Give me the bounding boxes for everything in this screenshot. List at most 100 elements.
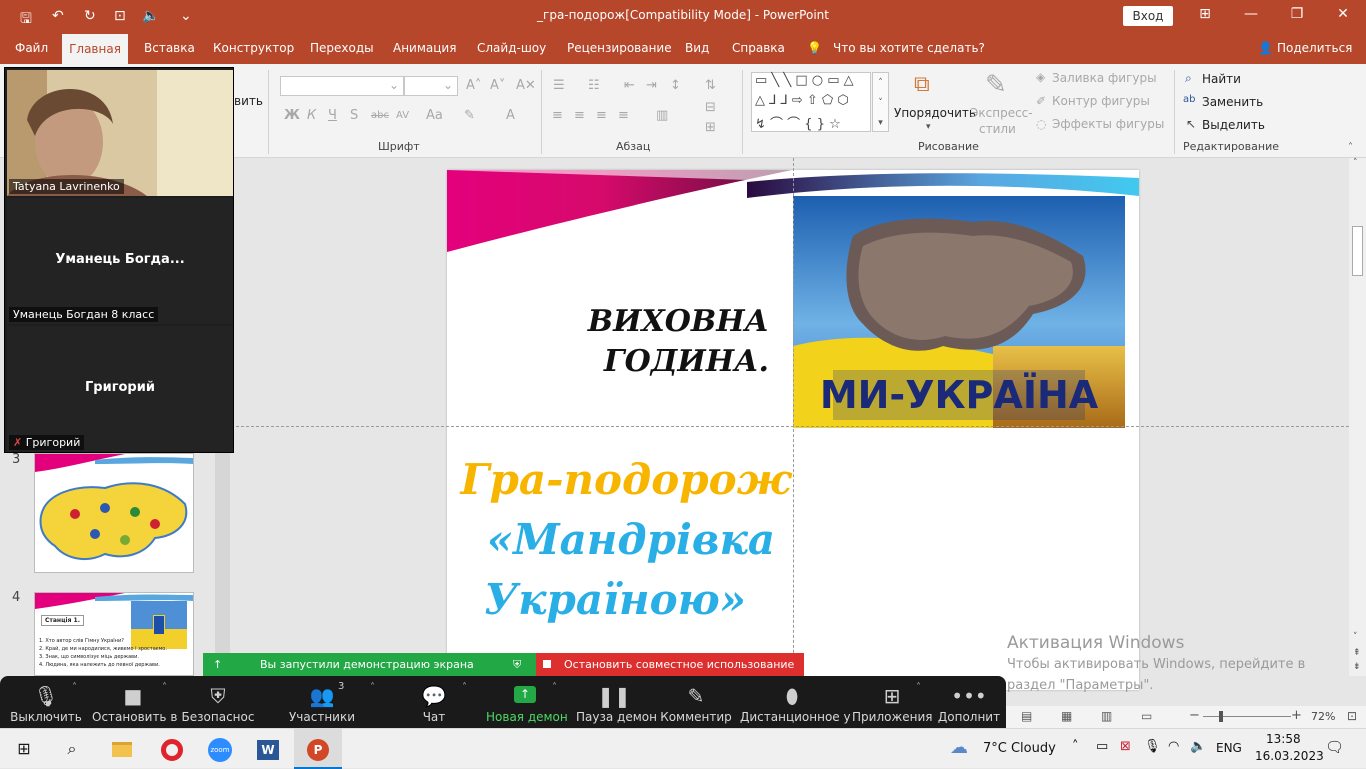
tell-me-search[interactable]: Что вы хотите сделать? [833,41,985,55]
video-tile-bogdan[interactable]: Уманець Богда... Уманець Богдан 8 класс [7,198,233,324]
weather-text[interactable]: 7°C Cloudy [983,741,1056,756]
numbering-icon[interactable]: ☷ [588,78,600,93]
security-button[interactable]: ⛨ Безопаснос [180,676,256,728]
close-icon[interactable]: ✕ [1328,6,1358,22]
collapse-ribbon-icon[interactable]: ˄ [1348,142,1353,153]
font-color-button[interactable]: A [506,108,515,123]
remote-control-button[interactable]: ⬮ Дистанционное у [740,676,851,728]
shape-outline-button[interactable]: Контур фигуры [1052,94,1150,108]
zoom-out-icon[interactable]: − [1189,708,1200,723]
shape-effects-button[interactable]: Эффекты фигуры [1052,117,1164,131]
tray-app-icon[interactable]: ⊠ [1120,739,1131,754]
mute-button[interactable]: 🎙 ˄ Выключить [8,676,84,728]
video-tile-grigoriy[interactable]: Григорий ✗ Григорий [7,326,233,452]
annotate-button[interactable]: ✎ Комментир [660,676,732,728]
text-direction-icon[interactable]: ⇅ [705,78,716,93]
start-button[interactable]: ⊞ [0,729,48,769]
shapes-scroll[interactable]: ˄ ˅ ▾ [872,72,889,132]
tray-chevron-icon[interactable]: ˄ [1072,739,1079,754]
tab-review[interactable]: Рецензирование [567,41,672,55]
tab-help[interactable]: Справка [732,41,785,55]
shapes-gallery[interactable]: ▭ ╲ ╲ □ ○ ▭ △ △ ⅃ ⅃ ⇨ ⇧ ⬠ ⬡ ↯ ⌒ ⌒ { } ☆ [751,72,871,132]
clock-time[interactable]: 13:58 [1266,732,1301,746]
maximize-icon[interactable]: ❐ [1282,6,1312,22]
font-name-select[interactable]: ⌄ [280,76,404,96]
slideshow-view-icon[interactable]: ▭ [1141,709,1152,723]
notifications-icon[interactable]: 🗨 [1325,738,1344,756]
slide-thumbnail-4[interactable]: Станція 1. 1. Хто автор слів Гімну Украї… [34,592,194,676]
stop-share-button[interactable]: Остановить совместное использование [536,653,804,676]
normal-view-icon[interactable]: ▤ [1021,709,1032,723]
clear-format-icon[interactable]: A✕ [516,78,536,93]
arrange-button[interactable]: Упорядочить [894,106,976,120]
battery-icon[interactable]: ▭ [1096,739,1108,754]
chevron-up-icon[interactable]: ˄ [72,682,77,693]
shadow-icon[interactable]: S [350,108,358,123]
case-button[interactable]: Aa [426,108,443,123]
tab-home[interactable]: Главная [62,34,128,64]
font-size-select[interactable]: ⌄ [404,76,458,96]
shapes-row-2[interactable]: △ ⅃ ⅃ ⇨ ⇧ ⬠ ⬡ [755,93,849,108]
apps-button[interactable]: ⊞ ˄ Приложения [852,676,933,728]
zoom-slider-thumb[interactable] [1219,711,1223,722]
chevron-up-icon[interactable]: ˄ [162,682,167,693]
tab-slideshow[interactable]: Слайд-шоу [477,41,546,55]
shape-fill-button[interactable]: Заливка фигуры [1052,71,1157,85]
tab-transitions[interactable]: Переходы [310,41,374,55]
chevron-up-icon[interactable]: ˄ [462,682,467,693]
align-left-icon[interactable]: ≡ [552,108,563,123]
vertical-guide[interactable] [793,158,794,678]
weather-cloud-icon[interactable]: ☁ [950,737,968,758]
chevron-up-icon[interactable]: ˄ [552,682,557,693]
video-tile-tatyana[interactable]: Tatyana Lavrinenko [7,70,233,196]
tab-insert[interactable]: Вставка [144,41,195,55]
horizontal-guide[interactable] [236,426,1349,427]
powerpoint-icon[interactable]: P [294,729,342,769]
tab-animations[interactable]: Анимация [393,41,456,55]
tab-file[interactable]: Файл [15,41,48,55]
quick-styles-label-1[interactable]: Экспресс- [970,106,1033,120]
underline-button[interactable]: Ч [328,108,337,123]
participants-button[interactable]: 👥 3 ˄ Участники [286,676,375,728]
grow-font-icon[interactable]: A˄ [466,78,481,93]
scroll-thumb[interactable] [1352,226,1363,276]
video-gallery-panel[interactable]: Tatyana Lavrinenko Уманець Богда... Уман… [4,67,234,453]
chevron-up-icon[interactable]: ˄ [370,682,375,693]
paste-label[interactable]: вить [234,94,263,108]
more-button[interactable]: ••• Дополнит [936,676,1002,728]
shapes-row-1[interactable]: ▭ ╲ ╲ □ ○ ▭ △ [755,73,854,88]
share-button[interactable]: Поделиться [1277,41,1352,55]
smartart-icon[interactable]: ⊞ [705,120,716,135]
italic-button[interactable]: К [307,108,316,123]
zoom-level[interactable]: 72% [1311,710,1335,723]
chat-button[interactable]: 💬 ˄ Чат [410,676,467,728]
shapes-row-3[interactable]: ↯ ⌒ ⌒ { } ☆ [755,113,841,132]
align-text-icon[interactable]: ⊟ [705,100,716,115]
zoom-slider[interactable] [1203,716,1291,717]
strike-button[interactable]: abc [371,110,389,121]
tab-design[interactable]: Конструктор [213,41,294,55]
replace-button[interactable]: Заменить [1202,95,1263,109]
next-slide-icon[interactable]: ⇟ [1353,662,1361,672]
align-center-icon[interactable]: ≡ [574,108,585,123]
fit-slide-icon[interactable]: ⊡ [1347,709,1357,723]
wifi-icon[interactable]: ◠ [1168,739,1179,754]
prev-slide-icon[interactable]: ⇞ [1353,648,1361,658]
chevron-up-icon[interactable]: ˄ [916,682,921,693]
bold-button[interactable]: Ж [284,108,300,123]
reading-view-icon[interactable]: ▥ [1101,709,1112,723]
slide-thumbnail-3[interactable] [34,453,194,573]
justify-icon[interactable]: ≡ [618,108,629,123]
sorter-view-icon[interactable]: ▦ [1061,709,1072,723]
stop-video-button[interactable]: ■ ˄ Остановить в [92,676,177,728]
tray-mic-icon[interactable]: 🎙 [1144,739,1161,754]
quick-styles-label-2[interactable]: стили [979,122,1016,136]
align-right-icon[interactable]: ≡ [596,108,607,123]
bullets-icon[interactable]: ☰ [553,78,565,93]
shrink-font-icon[interactable]: A˅ [490,78,505,93]
pause-share-button[interactable]: ❚❚ Пауза демон [576,676,657,728]
scroll-down-icon[interactable]: ˅ [1353,632,1358,642]
columns-icon[interactable]: ▥ [656,108,668,123]
signin-button[interactable]: Вход [1123,6,1173,26]
find-button[interactable]: Найти [1202,72,1241,86]
